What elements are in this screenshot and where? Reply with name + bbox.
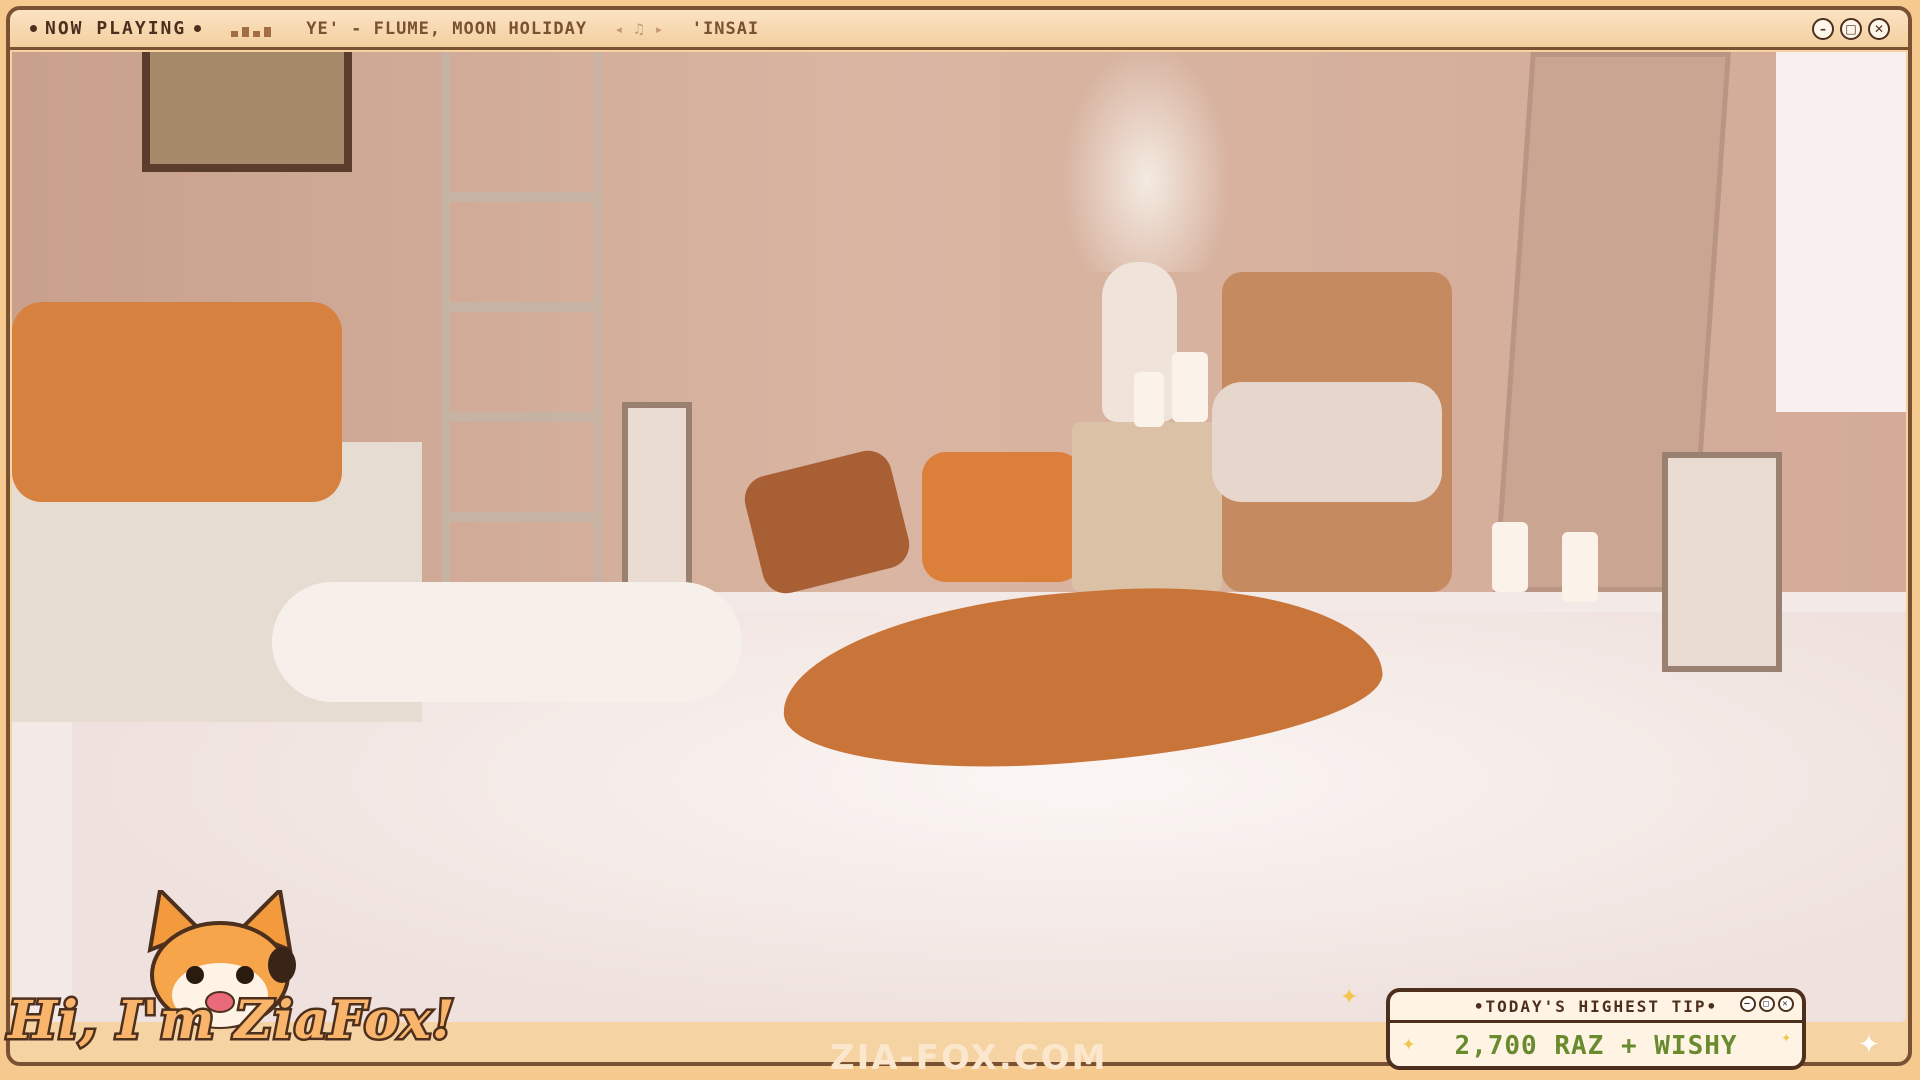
now-playing-label: NOW PLAYING bbox=[30, 18, 202, 39]
window-controls: – □ ✕ bbox=[1812, 18, 1890, 40]
lantern-right bbox=[1662, 452, 1782, 672]
highest-tip-widget: •TODAY'S HIGHEST TIP• – □ ✕ ✦ 2,700 RAZ … bbox=[1386, 988, 1806, 1070]
now-playing-bar: NOW PLAYING YE' - FLUME, MOON HOLIDAY ◂ … bbox=[10, 10, 1908, 50]
bullet-icon bbox=[30, 25, 37, 32]
bullet-icon bbox=[194, 25, 202, 32]
site-watermark: ZIA-FOX.COM bbox=[830, 1038, 1108, 1078]
sparkle-icon: ✦ bbox=[1858, 1030, 1880, 1060]
track-title: YE' - FLUME, MOON HOLIDAY bbox=[306, 18, 588, 39]
close-icon[interactable]: ✕ bbox=[1778, 996, 1794, 1012]
pampas-grass bbox=[1062, 52, 1232, 272]
tip-heading: •TODAY'S HIGHEST TIP• – □ ✕ bbox=[1390, 992, 1802, 1023]
candle bbox=[1492, 522, 1528, 592]
tip-window-controls: – □ ✕ bbox=[1740, 996, 1794, 1012]
candle bbox=[1134, 372, 1164, 427]
minimize-icon[interactable]: – bbox=[1740, 996, 1756, 1012]
tree-stump-table bbox=[1072, 422, 1222, 592]
sparkle-icon: ✦ bbox=[1340, 985, 1359, 1010]
equalizer-icon bbox=[231, 21, 272, 37]
close-icon[interactable]: ✕ bbox=[1868, 18, 1890, 40]
sparkle-icon: ✦ bbox=[1781, 1027, 1792, 1046]
video-feed bbox=[12, 52, 1906, 1022]
track-title-next: 'INSAI bbox=[691, 18, 760, 39]
maximize-icon[interactable]: □ bbox=[1840, 18, 1862, 40]
greeting-text: Hi, I'm ZiaFox! bbox=[5, 988, 456, 1054]
minimize-icon[interactable]: – bbox=[1812, 18, 1834, 40]
framed-picture bbox=[142, 52, 352, 172]
faux-fur-cushion bbox=[272, 582, 742, 702]
music-notes-icon: ◂ ♫ ▸ bbox=[614, 19, 665, 38]
tip-value: ✦ 2,700 RAZ + WISHY ✦ bbox=[1402, 1027, 1792, 1061]
orange-blanket bbox=[12, 302, 342, 502]
maximize-icon[interactable]: □ bbox=[1759, 996, 1775, 1012]
room-window bbox=[1776, 52, 1906, 412]
lantern-left bbox=[622, 402, 692, 592]
knit-throw bbox=[1212, 382, 1442, 502]
candle bbox=[1172, 352, 1208, 422]
candle bbox=[1562, 532, 1598, 602]
blanket-ladder bbox=[442, 52, 602, 582]
track-marquee: YE' - FLUME, MOON HOLIDAY ◂ ♫ ▸ 'INSAI bbox=[306, 19, 759, 39]
orange-pillow bbox=[922, 452, 1082, 582]
sparkle-icon: ✦ bbox=[1402, 1031, 1417, 1056]
